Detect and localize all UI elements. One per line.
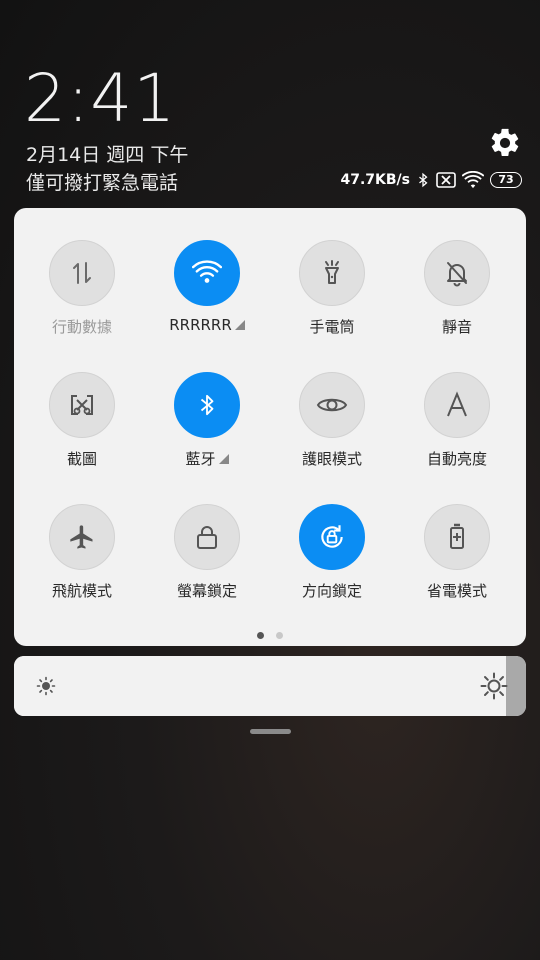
tile-label: 靜音 [441, 318, 472, 336]
tile-screenshot[interactable]: 截圖 [17, 372, 147, 482]
page-dot-2[interactable] [276, 632, 283, 639]
tile-label: 截圖 [66, 450, 97, 468]
tile-battery-saver[interactable]: 省電模式 [392, 504, 522, 614]
wifi-icon [462, 171, 484, 189]
tile-mobile-data[interactable]: 行動數據 [17, 240, 147, 350]
brightness-low-icon [36, 676, 56, 696]
battery-saver-icon [424, 504, 490, 570]
tile-label: 護眼模式 [301, 450, 362, 468]
tile-label: 飛航模式 [51, 582, 112, 600]
wifi-icon [174, 240, 240, 306]
quick-settings-panel: 行動數據 RRRRRR 手電筒 靜音 截圖 藍牙 護眼模式 自動亮度 飛航模式 … [14, 208, 526, 646]
brightness-track-remainder [505, 656, 526, 716]
page-dot-1[interactable] [257, 632, 264, 639]
expand-triangle-icon [218, 453, 229, 464]
brightness-high-icon [480, 672, 508, 700]
mobile-data-icon [49, 240, 115, 306]
tile-silent[interactable]: 靜音 [392, 240, 522, 350]
tile-bluetooth[interactable]: 藍牙 [142, 372, 272, 482]
tile-label: RRRRRR [169, 316, 232, 334]
panel-drag-handle[interactable] [250, 729, 291, 734]
lock-icon [174, 504, 240, 570]
eye-icon [299, 372, 365, 438]
tile-label: 藍牙 [185, 450, 216, 468]
brightness-fill [14, 656, 506, 716]
screenshot-icon [49, 372, 115, 438]
letter-a-icon [424, 372, 490, 438]
airplane-icon [49, 504, 115, 570]
page-indicator [14, 632, 526, 639]
tile-eye-care[interactable]: 護眼模式 [267, 372, 397, 482]
bluetooth-icon [174, 372, 240, 438]
tile-wifi[interactable]: RRRRRR [142, 240, 272, 350]
tile-airplane[interactable]: 飛航模式 [17, 504, 147, 614]
bluetooth-icon [416, 171, 430, 189]
tile-label: 省電模式 [426, 582, 487, 600]
emergency-calls-only-text: 僅可撥打緊急電話 [26, 172, 179, 194]
tile-screen-lock[interactable]: 螢幕鎖定 [142, 504, 272, 614]
tile-label: 手電筒 [309, 318, 355, 336]
tile-auto-brightness[interactable]: 自動亮度 [392, 372, 522, 482]
no-sim-icon [436, 172, 456, 188]
tile-rotation-lock[interactable]: 方向鎖定 [267, 504, 397, 614]
tile-label: 方向鎖定 [301, 582, 362, 600]
tile-label: 自動亮度 [426, 450, 487, 468]
flashlight-icon [299, 240, 365, 306]
status-bar: 47.7KB/s 73 [340, 168, 522, 192]
expand-triangle-icon [234, 320, 245, 330]
brightness-slider[interactable] [14, 656, 526, 716]
network-speed: 47.7KB/s [340, 172, 410, 188]
tile-flashlight[interactable]: 手電筒 [267, 240, 397, 350]
tile-label: 螢幕鎖定 [176, 582, 237, 600]
lockscreen-clock: 2:41 [24, 60, 177, 137]
tile-label: 行動數據 [51, 318, 112, 336]
lockscreen-date: 2月14日 週四 下午 [26, 144, 189, 166]
rotation-lock-icon [299, 504, 365, 570]
battery-icon: 73 [490, 172, 522, 188]
bell-off-icon [424, 240, 490, 306]
settings-gear-icon[interactable] [488, 126, 522, 160]
